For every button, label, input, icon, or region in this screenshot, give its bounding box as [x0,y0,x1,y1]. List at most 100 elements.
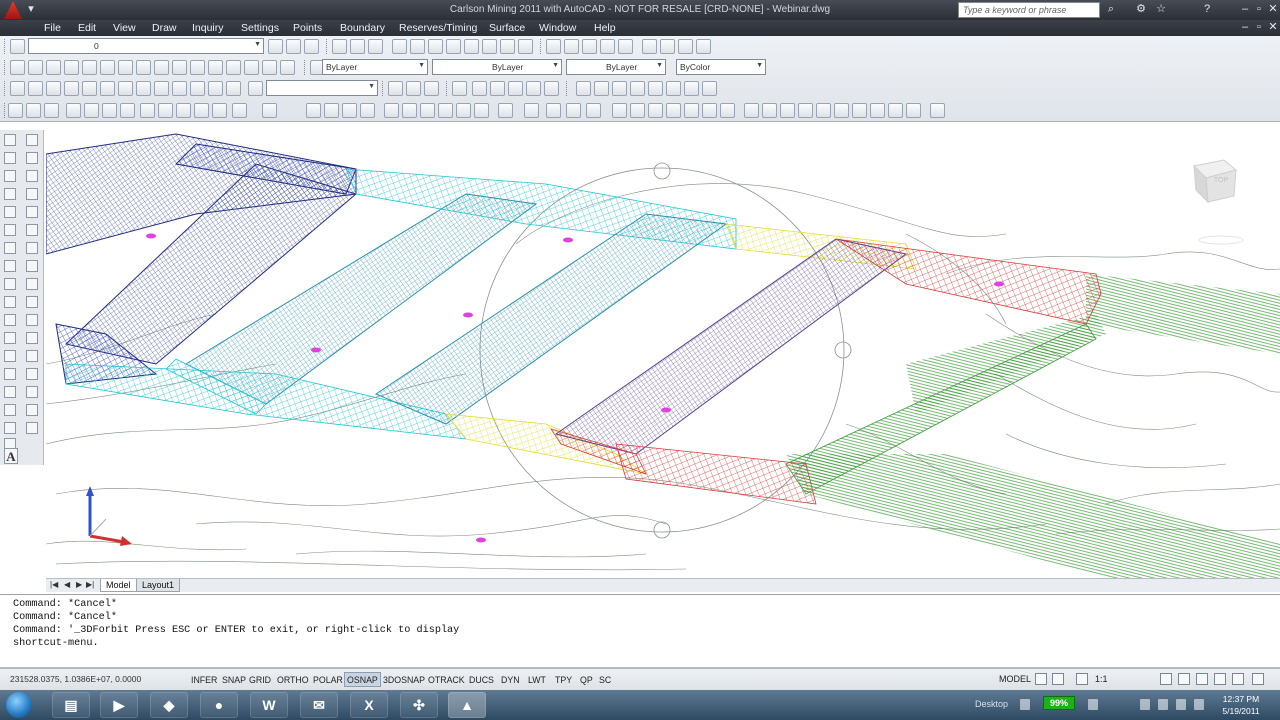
doc-restore-icon[interactable]: ▫ [1252,20,1266,35]
media-player-icon[interactable]: ▶ [100,692,138,718]
offset-icon[interactable] [464,39,479,54]
view-left-icon[interactable] [64,81,79,96]
gradient-tool-icon[interactable] [4,404,16,416]
excel-icon[interactable]: X [350,692,388,718]
markup-icon[interactable] [456,103,471,118]
help-search-input[interactable]: Type a keyword or phrase [958,2,1100,18]
zoom-realtime-icon[interactable] [546,39,561,54]
close-icon[interactable]: ✕ [1266,2,1280,17]
network-app-icon[interactable]: ✣ [400,692,438,718]
explode-icon[interactable] [26,422,38,434]
toggle-ducs[interactable]: DUCS [466,672,497,687]
menu-points[interactable]: Points [293,21,322,35]
viewcube[interactable]: TOP [1192,159,1244,245]
break-icon[interactable] [26,332,38,344]
start-button[interactable] [6,692,32,718]
doc-minimize-icon[interactable]: – [1238,20,1252,35]
reserves-icon[interactable] [136,60,151,75]
point-tool-icon[interactable] [4,368,16,380]
hidden-style-icon[interactable] [472,81,487,96]
region-tool-icon[interactable] [4,422,16,434]
sun-icon[interactable] [684,81,699,96]
open-folder-icon[interactable] [26,103,41,118]
previous-tab-icon[interactable]: ◀ [64,580,70,589]
snap-from-icon[interactable] [630,103,645,118]
cross-tools-icon[interactable] [226,60,241,75]
trim-object-icon[interactable] [26,296,38,308]
insert-block-icon[interactable] [4,332,16,344]
toolbar-grip[interactable] [4,60,7,75]
snap-tracking-icon[interactable] [612,103,627,118]
ucs-icon[interactable] [388,81,403,96]
rotate-icon[interactable] [428,39,443,54]
menu-window[interactable]: Window [539,21,576,35]
menu-reserves-timing[interactable]: Reserves/Timing [399,21,477,35]
hammer-icon[interactable] [190,60,205,75]
toolbar-grip[interactable] [446,81,449,96]
dim-linear-icon[interactable] [524,103,539,118]
make-current-layer-icon[interactable] [268,39,283,54]
ucs-world-icon[interactable] [406,81,421,96]
make-block-icon[interactable] [4,350,16,362]
carlson-app-icon[interactable]: ◆ [150,692,188,718]
model-space-button[interactable]: MODEL [999,674,1031,684]
line-tool-icon[interactable] [4,134,16,146]
menu-help[interactable]: Help [594,21,616,35]
design-center-icon[interactable] [402,103,417,118]
zoom-window-2-icon[interactable] [342,103,357,118]
snap-none-icon[interactable] [888,103,903,118]
multiline-text-icon[interactable]: A [4,448,18,464]
menu-draw[interactable]: Draw [152,21,177,35]
view-nw-iso-icon[interactable] [172,81,187,96]
toggle-grid[interactable]: GRID [246,672,274,687]
named-views-icon[interactable] [190,81,205,96]
toggle-infer[interactable]: INFER [188,672,220,687]
linetype-combo[interactable]: ByLayer ▼ [432,59,562,75]
pit-icon[interactable] [154,60,169,75]
building-icon[interactable] [244,60,259,75]
battery-meter[interactable]: 99% [1043,696,1075,710]
move-object-icon[interactable] [26,224,38,236]
pencil-icon[interactable] [172,60,187,75]
toggle-otrack[interactable]: OTRACK [425,672,468,687]
extend-object-icon[interactable] [26,314,38,326]
truck-icon[interactable] [28,60,43,75]
move-icon[interactable] [392,39,407,54]
pick-icon[interactable] [208,60,223,75]
shaded-sphere-icon[interactable] [526,81,541,96]
view-back-icon[interactable] [100,81,115,96]
zoom-all-icon[interactable] [660,39,675,54]
polyline-tool-icon[interactable] [4,170,16,182]
plot-preview-icon[interactable] [84,103,99,118]
tab-layout1[interactable]: Layout1 [136,579,181,592]
zoom-realtime-2-icon[interactable] [324,103,339,118]
help-toolbar-icon[interactable] [498,103,513,118]
toggle-dyn[interactable]: DYN [498,672,523,687]
layer-properties-icon[interactable] [10,39,25,54]
minimize-icon[interactable]: – [1238,2,1252,17]
clean-screen-icon[interactable] [1252,673,1264,685]
toggle-osnap[interactable]: OSNAP [344,672,381,687]
tray-volume-icon[interactable] [1194,699,1204,710]
globe-icon[interactable] [64,60,79,75]
materials-icon[interactable] [666,81,681,96]
lock-ui-icon[interactable] [1178,673,1190,685]
toolbar-grip[interactable] [540,39,543,54]
plotstyle-combo[interactable]: ByColor ▼ [676,59,766,75]
block-editor-icon[interactable] [212,103,227,118]
object-snap-settings-icon[interactable] [930,103,945,118]
menu-inquiry[interactable]: Inquiry [192,21,224,35]
zoom-center-icon[interactable] [618,39,633,54]
conceptual-style-icon[interactable] [508,81,523,96]
trim-icon[interactable] [482,39,497,54]
zoom-in-icon[interactable] [564,39,579,54]
environment-icon[interactable] [702,81,717,96]
tool-palettes-icon[interactable] [420,103,435,118]
toolbar-grip[interactable] [4,81,7,96]
tray-app-icon[interactable] [1088,699,1098,710]
binoculars-icon[interactable]: ⌕ [1104,2,1118,17]
print-icon[interactable] [66,103,81,118]
sheet-set-icon[interactable] [438,103,453,118]
autocad-taskbar-icon[interactable]: ▲ [448,692,486,718]
spline-tool-icon[interactable] [4,278,16,290]
